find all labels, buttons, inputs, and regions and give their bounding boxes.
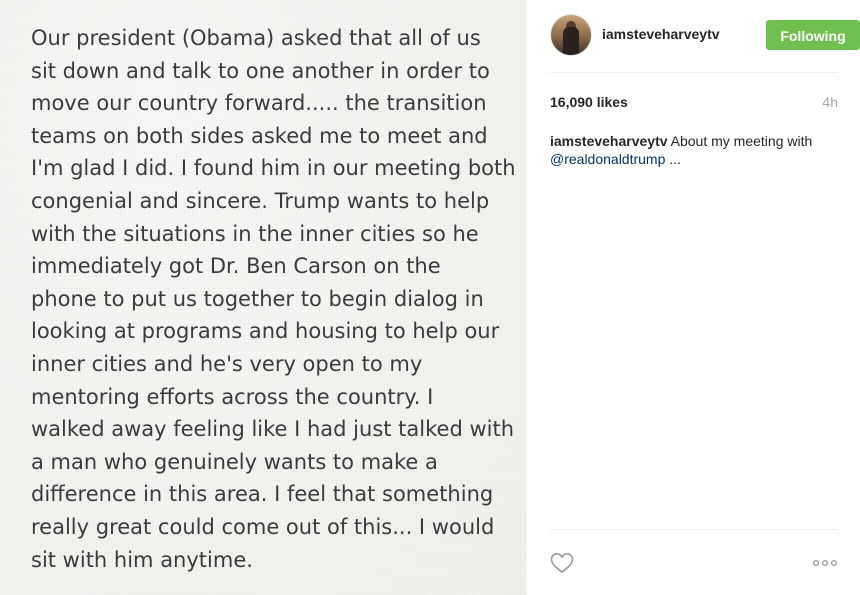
avatar-figure xyxy=(563,27,579,55)
note-line: looking at programs and housing to help … xyxy=(31,319,500,344)
actions-divider xyxy=(550,529,838,530)
caption-ellipsis[interactable]: ... xyxy=(665,151,681,167)
note-line: really great could come out of this... I… xyxy=(31,514,495,539)
note-line: congenial and sincere. Trump wants to he… xyxy=(31,188,490,213)
more-options-icon[interactable] xyxy=(812,557,838,569)
username-link[interactable]: iamsteveharveytv xyxy=(602,26,720,42)
note-line: phone to put us together to begin dialog… xyxy=(31,286,484,311)
avatar[interactable] xyxy=(550,14,592,56)
instagram-post-modal: Our president (Obama) asked that all of … xyxy=(0,0,860,595)
note-line: move our country forward..... the transi… xyxy=(31,91,487,116)
note-line: difference in this area. I feel that som… xyxy=(31,482,494,507)
post-sidebar: iamsteveharveytv Following 16,090 likes … xyxy=(527,0,860,595)
likes-count[interactable]: 16,090 likes xyxy=(550,94,628,110)
header-divider xyxy=(550,72,838,73)
mention-link[interactable]: @realdonaldtrump xyxy=(550,151,665,167)
note-line: immediately got Dr. Ben Carson on the xyxy=(31,254,441,279)
post-header: iamsteveharveytv Following xyxy=(550,14,860,56)
note-line: walked away feeling like I had just talk… xyxy=(31,417,514,442)
caption: iamsteveharveytv About my meeting with @r… xyxy=(550,132,840,168)
caption-username[interactable]: iamsteveharveytv xyxy=(550,133,668,149)
note-line: sit down and talk to one another in orde… xyxy=(31,58,490,83)
caption-text: About my meeting with xyxy=(667,133,813,149)
note-text: Our president (Obama) asked that all of … xyxy=(31,22,516,576)
note-line: inner cities and he's very open to my xyxy=(31,351,423,376)
note-line: with the situations in the inner cities … xyxy=(31,221,479,246)
heart-icon[interactable] xyxy=(550,551,574,575)
note-line: a man who genuinely wants to make a xyxy=(31,449,438,474)
post-time[interactable]: 4h xyxy=(822,94,838,110)
note-line: sit with him anytime. xyxy=(31,547,253,572)
following-button[interactable]: Following xyxy=(766,20,860,50)
note-line: teams on both sides asked me to meet and xyxy=(31,123,488,148)
note-line: mentoring efforts across the country. I xyxy=(31,384,434,409)
note-line: I'm glad I did. I found him in our meeti… xyxy=(31,156,516,181)
note-line: Our president (Obama) asked that all of … xyxy=(31,26,481,50)
post-image[interactable]: Our president (Obama) asked that all of … xyxy=(0,0,527,595)
